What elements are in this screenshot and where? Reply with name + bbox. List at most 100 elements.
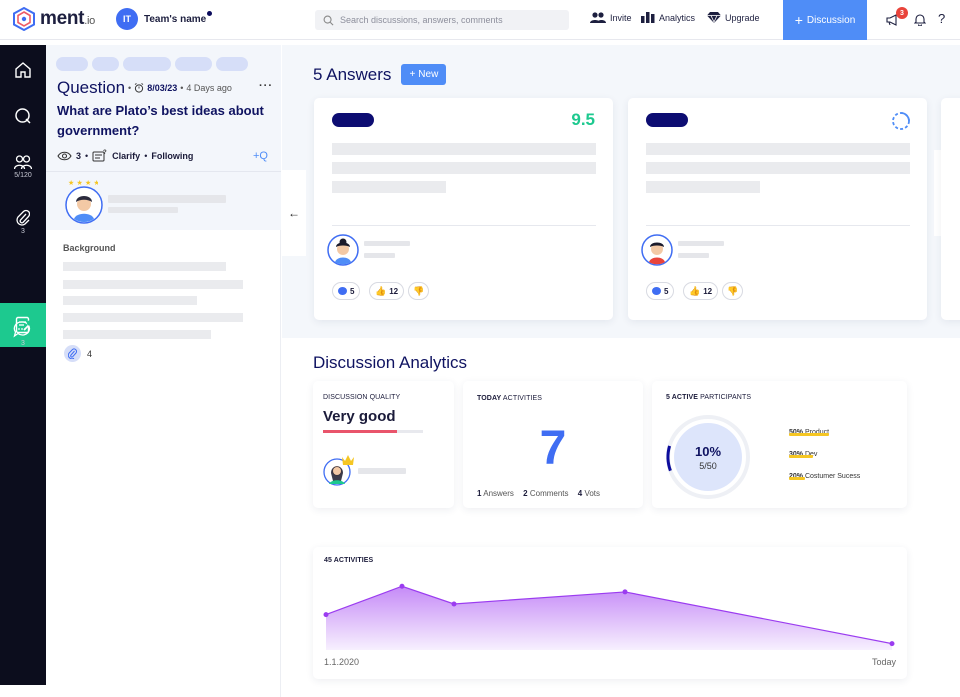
attachments-row[interactable]: 4 [64,345,92,362]
top-contributor-avatar[interactable] [322,453,356,487]
svg-text:?: ? [103,150,107,156]
rail-messages[interactable]: 3 [0,320,46,347]
participant-breakdown: 50% Product 30% Dev 20% Costumer Sucess [789,421,889,487]
rail-attachments[interactable]: 3 [0,209,46,235]
search-placeholder: Search discussions, answers, comments [340,15,503,25]
question-title: What are Plato’s best ideas about govern… [57,103,264,138]
alarm-clock-icon [134,83,144,93]
analytics-label: Analytics [659,12,696,23]
today-label: TODAY ACTIVITIES [477,395,543,402]
author-role-placeholder [364,253,395,258]
meta-separator: • [128,83,132,93]
like-button[interactable]: 👍 12 [683,282,719,300]
notification-badge: 3 [896,7,908,19]
contributor-name-placeholder [358,468,406,474]
answers-label: Answers [483,489,514,498]
author-avatar[interactable] [64,185,104,225]
answer-card[interactable]: 5 👍 12 👎 [628,98,927,320]
text-placeholder [332,143,596,155]
attachments-count: 4 [87,348,93,359]
breakdown-bar [789,455,813,458]
tag-pill[interactable] [123,57,171,71]
divider [646,225,910,226]
add-question-button[interactable]: +Q [253,150,268,162]
search-input[interactable]: Search discussions, answers, comments [315,10,569,30]
participants-label: 5 ACTIVE PARTICIPANTS [666,394,752,401]
carousel-prev-button[interactable]: ← [282,170,306,256]
discussion-label: Discussion [806,14,856,26]
chart-point[interactable] [889,641,895,647]
rail-questions[interactable] [0,107,46,125]
chart-point[interactable] [451,601,457,607]
answers-header: 5 Answers + New [313,64,447,85]
votes-label: Vots [584,489,601,498]
clarify-button[interactable]: Clarify [112,151,140,161]
author-role-placeholder [108,207,178,213]
likes-count: 12 [703,286,713,296]
answer-card[interactable] [941,98,960,320]
like-button[interactable]: 👍 12 [369,282,405,300]
analytics-button[interactable]: Analytics [641,12,695,23]
author-name-placeholder [364,241,410,246]
meta-separator: • [85,151,89,161]
today-value: 7 [539,422,567,475]
chart-point[interactable] [622,589,628,595]
ring-fraction: 5/50 [699,461,717,471]
tag-pill[interactable] [216,57,248,71]
ring-percent: 10% [694,444,722,459]
plus-icon: + [409,69,416,80]
author-name-placeholder [678,241,724,246]
clarify-icon: ? [92,150,107,162]
invite-button[interactable]: Invite [590,12,632,23]
text-placeholder [63,262,226,271]
rail-home[interactable] [0,61,46,79]
more-options-icon[interactable]: ··· [259,80,273,92]
following-button[interactable]: Following [151,151,193,161]
svg-text:★ ★ ★ ★: ★ ★ ★ ★ [68,179,98,186]
answer-card[interactable]: 9.5 5 👍 12 👎 [314,98,613,320]
eye-icon [57,151,72,161]
today-breakdown: 1 Answers 2 Comments 4 Vots [477,489,600,498]
comments-button[interactable]: 5 [646,282,675,300]
tag-pill[interactable] [175,57,212,71]
person-avatar-icon [65,186,103,224]
loading-spinner-icon [892,112,910,130]
rail-members[interactable]: 5/120 [0,154,46,179]
paperclip-icon [16,209,30,226]
bell-icon[interactable] [914,13,926,26]
author-avatar[interactable] [327,234,359,266]
breakdown-bar [789,433,829,436]
diamond-icon [707,12,721,23]
text-placeholder [646,162,910,174]
author-avatar[interactable] [641,234,673,266]
dislike-button[interactable]: 👎 [408,282,430,300]
dislike-button[interactable]: 👎 [722,282,744,300]
answer-tag [332,113,374,127]
votes-count: 4 [577,489,583,498]
tag-pill[interactable] [56,57,88,71]
help-icon[interactable]: ? [938,11,945,26]
comments-button[interactable]: 5 [332,282,361,300]
background-label: Background [63,243,116,253]
logo[interactable]: ment.io [12,7,95,31]
text-placeholder [646,181,760,193]
x-axis-end-label: Today [871,657,896,667]
chart-point[interactable] [399,583,405,589]
question-actions: 3 • ? Clarify • Following [57,149,193,163]
chart-point[interactable] [323,612,329,618]
thumbs-up-icon: 👍 [375,285,387,296]
attachments-count: 3 [21,228,25,235]
team-avatar: IT [116,8,138,30]
comments-count: 2 [523,489,528,498]
new-answer-button[interactable]: + New [401,64,447,85]
divider [46,171,281,172]
team-selector[interactable]: IT Team's name [116,8,213,30]
text-placeholder [646,143,910,155]
arrow-left-icon: ← [288,206,300,220]
new-discussion-button[interactable]: + Discussion [783,0,867,40]
breakdown-row: 20% Costumer Sucess [789,465,889,487]
likes-count: 12 [389,286,399,296]
upgrade-button[interactable]: Upgrade [707,12,760,23]
tag-pill[interactable] [92,57,119,71]
question-icon [15,108,31,124]
